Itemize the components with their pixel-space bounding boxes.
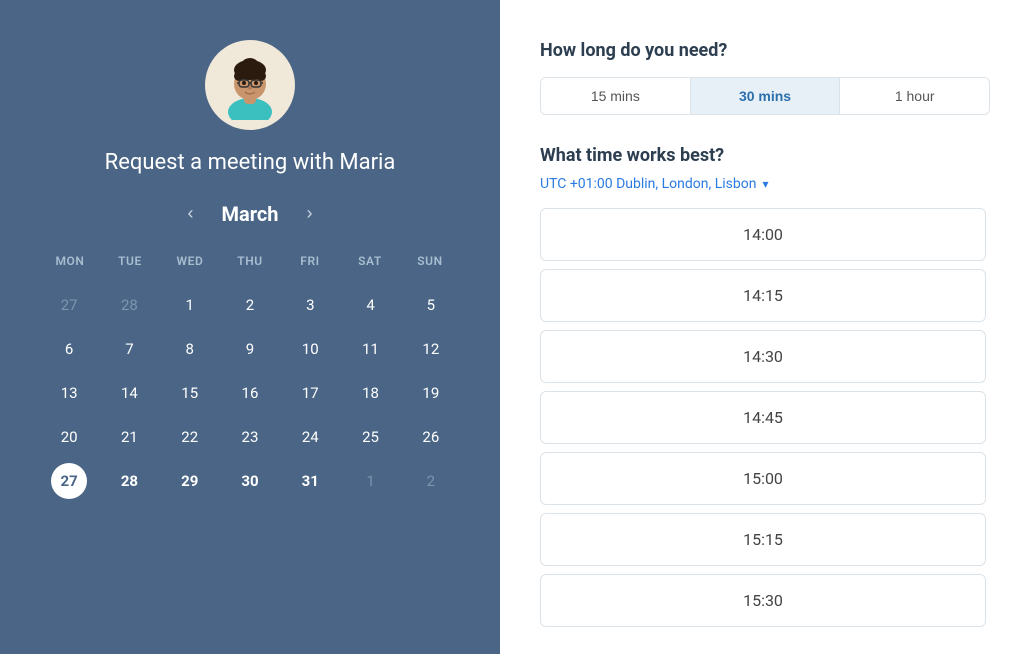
right-panel: How long do you need? 15 mins30 mins1 ho… <box>500 0 1030 654</box>
calendar-day[interactable]: 21 <box>111 419 147 455</box>
chevron-down-icon: ▾ <box>762 177 768 191</box>
calendar-day[interactable]: 7 <box>111 331 147 367</box>
calendar-day[interactable]: 9 <box>232 331 268 367</box>
calendar-day[interactable]: 28 <box>111 463 147 499</box>
calendar-day[interactable]: 20 <box>51 419 87 455</box>
calendar-day[interactable]: 17 <box>292 375 328 411</box>
calendar-day[interactable]: 3 <box>292 287 328 323</box>
calendar-day[interactable]: 27 <box>51 463 87 499</box>
calendar-day[interactable]: 15 <box>172 375 208 411</box>
day-header: SAT <box>340 248 400 274</box>
calendar-day[interactable]: 16 <box>232 375 268 411</box>
calendar-day: 27 <box>51 287 87 323</box>
time-slot[interactable]: 15:30 <box>540 574 986 627</box>
calendar-day: 1 <box>353 463 389 499</box>
timezone-dropdown[interactable]: UTC +01:00 Dublin, London, Lisbon ▾ <box>540 176 990 192</box>
day-header: FRI <box>280 248 340 274</box>
avatar <box>205 40 295 130</box>
calendar-day[interactable]: 22 <box>172 419 208 455</box>
meeting-title: Request a meeting with Maria <box>105 150 396 175</box>
day-header: THU <box>220 248 280 274</box>
calendar: MONTUEWEDTHUFRISATSUN 272812345678910111… <box>40 248 460 502</box>
calendar-day[interactable]: 23 <box>232 419 268 455</box>
calendar-day[interactable]: 5 <box>413 287 449 323</box>
calendar-day[interactable]: 11 <box>353 331 389 367</box>
time-slot[interactable]: 14:45 <box>540 391 986 444</box>
calendar-day[interactable]: 13 <box>51 375 87 411</box>
calendar-day[interactable]: 8 <box>172 331 208 367</box>
time-title: What time works best? <box>540 145 990 166</box>
month-label: March <box>222 202 279 226</box>
calendar-day[interactable]: 1 <box>172 287 208 323</box>
time-slot[interactable]: 15:15 <box>540 513 986 566</box>
time-slot[interactable]: 14:00 <box>540 208 986 261</box>
duration-button-1-hour[interactable]: 1 hour <box>840 78 989 114</box>
calendar-day[interactable]: 18 <box>353 375 389 411</box>
left-panel: Request a meeting with Maria ‹ March › M… <box>0 0 500 654</box>
calendar-day[interactable]: 26 <box>413 419 449 455</box>
calendar-header: MONTUEWEDTHUFRISATSUN <box>40 248 460 274</box>
calendar-day[interactable]: 12 <box>413 331 449 367</box>
calendar-day[interactable]: 4 <box>353 287 389 323</box>
time-slot[interactable]: 15:00 <box>540 452 986 505</box>
calendar-day: 28 <box>111 287 147 323</box>
day-header: MON <box>40 248 100 274</box>
calendar-day[interactable]: 10 <box>292 331 328 367</box>
calendar-grid: 2728123456789101112131415161718192021222… <box>40 284 460 502</box>
month-nav: ‹ March › <box>180 199 321 228</box>
time-slot[interactable]: 14:30 <box>540 330 986 383</box>
calendar-day[interactable]: 30 <box>232 463 268 499</box>
calendar-day[interactable]: 6 <box>51 331 87 367</box>
calendar-day[interactable]: 24 <box>292 419 328 455</box>
calendar-day[interactable]: 31 <box>292 463 328 499</box>
calendar-day[interactable]: 19 <box>413 375 449 411</box>
time-slot[interactable]: 14:15 <box>540 269 986 322</box>
duration-button-15-mins[interactable]: 15 mins <box>541 78 691 114</box>
calendar-day[interactable]: 14 <box>111 375 147 411</box>
prev-month-button[interactable]: ‹ <box>180 199 202 228</box>
duration-button-30-mins[interactable]: 30 mins <box>691 78 841 114</box>
calendar-day[interactable]: 2 <box>232 287 268 323</box>
day-header: SUN <box>400 248 460 274</box>
calendar-day[interactable]: 29 <box>172 463 208 499</box>
day-header: WED <box>160 248 220 274</box>
timezone-label: UTC +01:00 Dublin, London, Lisbon <box>540 176 756 192</box>
next-month-button[interactable]: › <box>298 199 320 228</box>
calendar-day[interactable]: 25 <box>353 419 389 455</box>
duration-buttons: 15 mins30 mins1 hour <box>540 77 990 115</box>
calendar-day: 2 <box>413 463 449 499</box>
duration-title: How long do you need? <box>540 40 990 61</box>
time-slots-container[interactable]: 14:00 14:15 14:30 14:45 15:00 15:15 15:30 <box>540 208 990 634</box>
day-header: TUE <box>100 248 160 274</box>
